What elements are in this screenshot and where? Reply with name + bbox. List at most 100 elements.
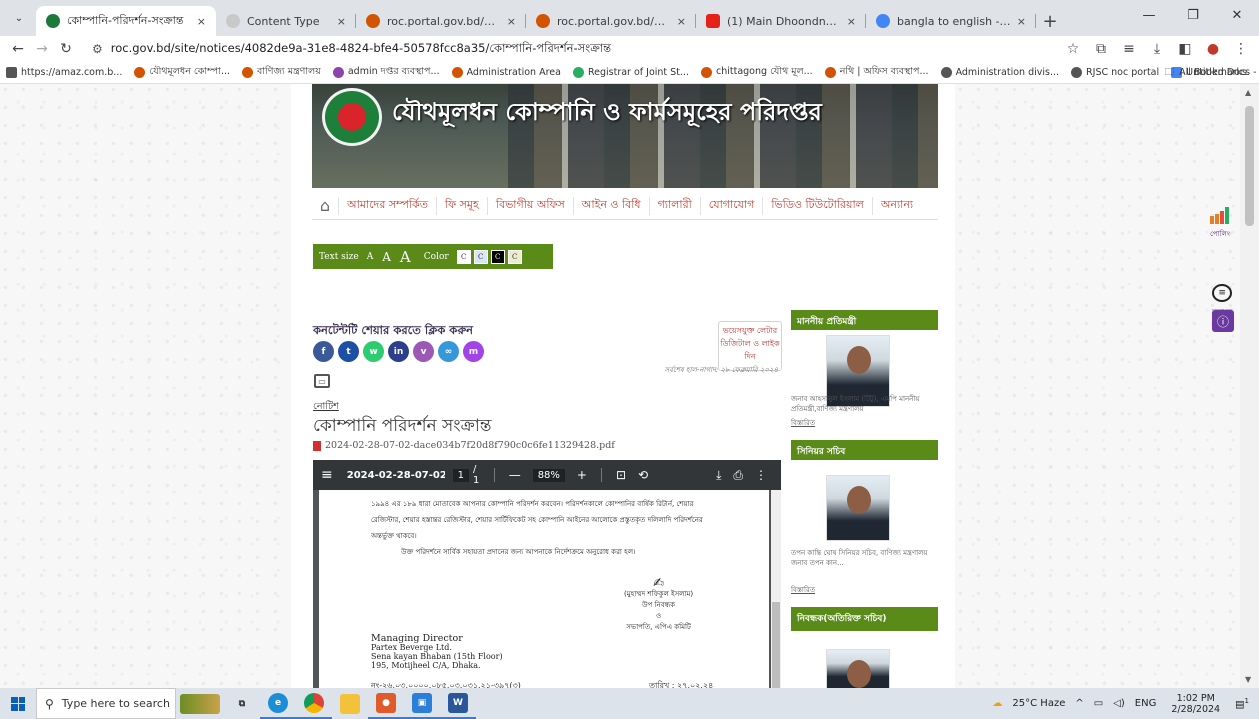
volume-icon[interactable]: ◁) [1113,698,1125,709]
twitter-icon[interactable]: t [338,341,359,362]
tab-close-icon[interactable]: × [847,15,856,28]
print-icon[interactable]: ▭ [314,374,330,388]
nav-item-divisional-office[interactable]: বিভাগীয় অফিস [486,196,573,215]
tab-close-icon[interactable]: × [197,15,206,28]
accessibility-widget[interactable]: ⓘ [1212,310,1234,332]
taskbar-widget-image[interactable] [176,688,224,719]
menu-kebab-icon[interactable]: ⋮ [1229,37,1253,61]
bookmark-item[interactable]: https://amaz.com.b... [6,67,122,78]
minister-details-link[interactable]: বিস্তারিত [791,417,815,429]
bookmark-item[interactable]: বাণিজ্য মন্ত্রণালয় [242,65,321,80]
bookmark-item[interactable]: Registrar of Joint St... [572,67,689,78]
taskbar-edge[interactable]: e [260,688,296,719]
language-indicator[interactable]: ENG [1135,698,1157,709]
taskbar-app[interactable]: ▣ [404,688,440,719]
nav-item-law[interactable]: আইন ও বিধি [572,196,649,215]
scroll-down-icon[interactable]: ▼ [1245,675,1251,684]
pdf-page-input[interactable]: 1 [452,468,470,482]
tray-chevron-icon[interactable]: ^ [1075,698,1083,709]
tab-search-button[interactable]: ⌄ [8,7,30,29]
nav-item-gallery[interactable]: গ্যালারী [648,196,700,215]
pdf-zoom-input[interactable]: 88% [532,468,565,482]
clock[interactable]: 1:02 PM 2/28/2024 [1171,693,1220,715]
text-size-medium[interactable]: A [382,250,391,264]
bookmark-item[interactable]: যৌথমূলধন কোম্পা... [134,65,230,80]
nav-item-other[interactable]: অন্যান্য [871,196,921,215]
all-bookmarks-button[interactable]: 🗀 All Bookmarks [1165,65,1247,81]
messenger-icon[interactable]: m [463,341,484,362]
bookmark-item[interactable]: নথি | অফিস ব্যবস্থাপ... [824,65,929,80]
taskbar-file-explorer[interactable] [332,688,368,719]
reading-list-icon[interactable]: ≡ [1117,37,1141,61]
whatsapp-icon[interactable]: w [363,341,384,362]
govt-logo-icon[interactable] [322,88,382,146]
bookmark-item[interactable]: admin দপ্তর ব্যবস্থাপ... [332,65,440,80]
taskbar-search[interactable]: ⚲ Type here to search [36,688,176,719]
bookmark-item[interactable]: chittagong যৌথ মূল... [701,65,813,80]
tab[interactable]: (1) Main Dhoondne Ko Zam × [696,6,866,36]
poll-widget[interactable]: পোলিং [1210,206,1230,240]
extensions-icon[interactable]: ⧉ [1089,37,1113,61]
tab-close-icon[interactable]: × [1017,15,1026,28]
network-icon[interactable]: ▭ [1094,698,1103,709]
pdf-scrollbar[interactable] [771,490,781,688]
facebook-icon[interactable]: f [313,341,334,362]
bookmark-star-icon[interactable]: ☆ [1061,37,1085,61]
secretary-details-link[interactable]: বিস্তারিত [791,584,815,596]
site-info-icon[interactable]: ⚙ [92,42,103,56]
pdf-download-link[interactable]: 2024-02-28-07-02-dace034b7f20d8f790c0c6f… [313,440,615,451]
color-swatch-blue[interactable]: C [473,249,488,264]
reload-icon[interactable]: ↻ [54,37,78,61]
color-swatch-white[interactable]: C [456,249,471,264]
tab-close-icon[interactable]: × [337,15,346,28]
text-size-small[interactable]: A [367,252,374,262]
start-button[interactable] [0,688,36,719]
tab[interactable]: roc.portal.gov.bd/npfadmin/pu × [526,6,696,36]
close-window-icon[interactable]: ✕ [1215,0,1259,30]
profile-avatar-icon[interactable]: ● [1201,37,1225,61]
page-scrollbar[interactable]: ▲ ▼ [1240,84,1259,688]
tab[interactable]: Content Type × [216,6,356,36]
link-icon[interactable]: ∞ [438,341,459,362]
fit-page-icon[interactable]: ⊡ [616,468,626,482]
nav-item-fees[interactable]: ফি সমূহ [435,196,487,215]
tab-close-icon[interactable]: × [677,15,686,28]
minimize-icon[interactable]: — [1127,0,1171,30]
rotate-icon[interactable]: ⟲ [638,468,648,482]
pdf-download-icon[interactable]: ⤓ [716,468,721,483]
linkedin-icon[interactable]: in [388,341,409,362]
tab[interactable]: roc.portal.gov.bd/npfadmin/pu × [356,6,526,36]
side-panel-icon[interactable]: ◧ [1173,37,1197,61]
text-size-large[interactable]: A [400,248,411,266]
taskbar-word[interactable]: W [440,688,476,719]
zoom-in-icon[interactable]: + [577,468,587,482]
forward-icon[interactable]: → [30,37,54,61]
taskbar-chrome[interactable] [296,688,332,719]
viber-icon[interactable]: v [413,341,434,362]
color-swatch-cream[interactable]: C [507,249,522,264]
nav-item-contact[interactable]: যোগাযোগ [699,196,763,215]
pdf-scroll-thumb[interactable] [772,602,780,688]
scroll-up-icon[interactable]: ▲ [1245,88,1251,97]
taskbar-app[interactable]: ● [368,688,404,719]
address-bar[interactable]: ⚙ roc.gov.bd/site/notices/4082de9a-31e8-… [86,38,1053,60]
task-view-button[interactable]: ⧉ [224,688,260,719]
bookmark-item[interactable]: Administration Area [451,67,561,78]
nav-item-video-tutorial[interactable]: ভিডিও টিউটোরিয়াল [762,196,872,215]
tab[interactable]: bangla to english - Google Sea × [866,6,1036,36]
page-scroll-thumb[interactable] [1245,106,1254,226]
download-icon[interactable]: ⤓ [1145,37,1169,61]
restore-icon[interactable]: ❐ [1171,0,1215,30]
new-tab-button[interactable]: + [1036,6,1064,36]
tab-active[interactable]: কোম্পানি-পরিদর্শন-সংক্রান্ত × [36,6,216,36]
color-swatch-black[interactable]: C [490,249,505,264]
weather-text[interactable]: 25°C Haze [1012,698,1065,709]
nav-item-about[interactable]: আমাদের সম্পর্কিত [338,196,436,215]
pdf-menu-icon[interactable]: ≡ [321,467,333,483]
tab-close-icon[interactable]: × [507,15,516,28]
pdf-more-icon[interactable]: ⋮ [755,468,767,482]
notification-icon[interactable]: ▤1 [1235,697,1249,710]
home-icon[interactable]: ⌂ [312,193,338,219]
bookmark-item[interactable]: Administration divis... [940,67,1059,78]
bookmark-item[interactable]: RJSC noc portal [1071,67,1159,78]
